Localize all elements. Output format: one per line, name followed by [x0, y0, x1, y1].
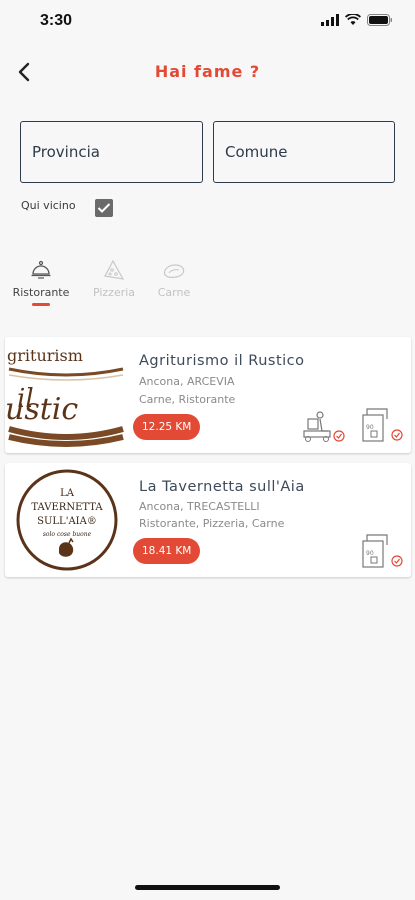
restaurant-location: Ancona, ARCEVIA	[139, 375, 235, 388]
svg-text:LA: LA	[60, 488, 75, 499]
service-delivery	[302, 409, 346, 443]
status-icons	[321, 14, 393, 26]
takeaway-icon: 90	[362, 534, 403, 568]
distance-badge: 12.25 KM	[133, 414, 201, 440]
status-time: 3:30	[40, 12, 73, 29]
pizza-icon	[104, 259, 125, 280]
near-checkbox[interactable]	[95, 199, 113, 217]
svg-text:griturism: griturism	[7, 346, 83, 365]
svg-text:ustic: ustic	[5, 392, 78, 427]
battery-icon	[367, 14, 392, 26]
cloche-icon	[31, 260, 51, 279]
comune-field[interactable]	[213, 121, 395, 183]
status-bar: 3:30	[0, 0, 415, 44]
distance-badge: 18.41 KM	[133, 538, 201, 564]
svg-text:solo cose buone: solo cose buone	[43, 531, 92, 538]
delivery-icon	[303, 411, 345, 442]
signal-icon	[321, 14, 339, 26]
takeaway-icon: 90	[362, 408, 403, 442]
restaurant-card[interactable]: LA TAVERNETTA SULL'AIA® solo cose buone …	[5, 463, 411, 577]
service-takeaway: 90	[359, 407, 405, 443]
active-tab-indicator	[32, 303, 50, 306]
checkmark-icon	[97, 203, 111, 213]
restaurant-categories: Ristorante, Pizzeria, Carne	[139, 517, 285, 530]
category-tabs: Ristorante Pizzeria Carne	[0, 255, 415, 315]
near-toggle-row: Qui vicino	[21, 199, 76, 212]
restaurant-name: Agriturismo il Rustico	[139, 353, 305, 369]
tab-carne[interactable]: Carne	[134, 255, 214, 299]
meat-icon	[163, 264, 185, 278]
restaurant-categories: Carne, Ristorante	[139, 393, 236, 406]
tab-ristorante[interactable]: Ristorante	[1, 255, 81, 306]
restaurant-logo: LA TAVERNETTA SULL'AIA® solo cose buone	[16, 469, 118, 571]
restaurant-card[interactable]: griturism il ustic Agriturismo il Rustic…	[5, 337, 411, 453]
restaurant-location: Ancona, TRECASTELLI	[139, 500, 260, 513]
provincia-input[interactable]	[21, 122, 202, 182]
tab-label: Ristorante	[12, 286, 70, 299]
comune-input[interactable]	[214, 122, 394, 182]
home-indicator[interactable]	[135, 885, 280, 890]
svg-text:SULL'AIA®: SULL'AIA®	[37, 516, 97, 527]
tab-label: Carne	[157, 286, 191, 299]
near-label: Qui vicino	[21, 199, 76, 212]
service-takeaway: 90	[359, 533, 405, 569]
page-title: Hai fame ?	[154, 62, 261, 81]
restaurant-logo: griturism il ustic	[5, 346, 124, 447]
provincia-field[interactable]	[20, 121, 203, 183]
nav-bar: Hai fame ?	[0, 52, 415, 92]
svg-text:TAVERNETTA: TAVERNETTA	[31, 502, 103, 513]
wifi-icon	[345, 14, 361, 25]
restaurant-name: La Tavernetta sull'Aia	[139, 479, 305, 495]
svg-text:90: 90	[366, 550, 374, 557]
svg-text:90: 90	[366, 424, 374, 431]
